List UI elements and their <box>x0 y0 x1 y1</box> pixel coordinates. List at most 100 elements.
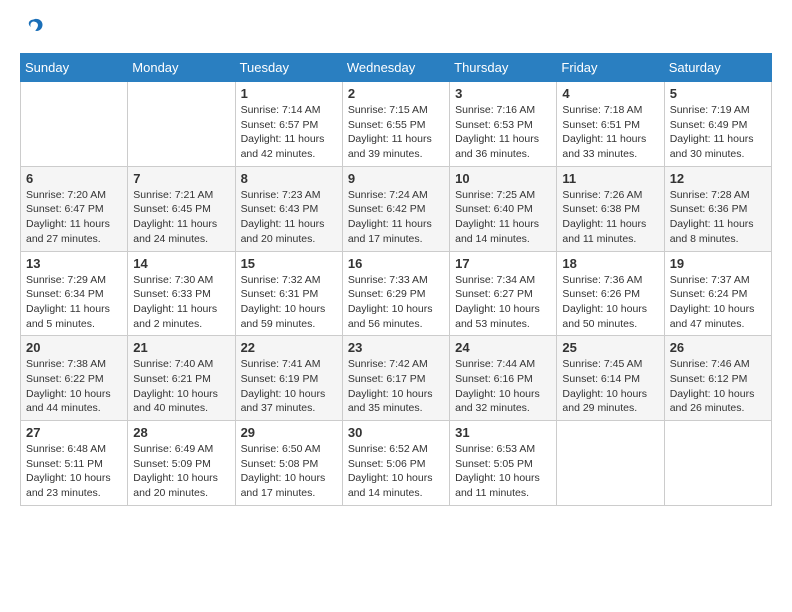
calendar-cell: 20Sunrise: 7:38 AM Sunset: 6:22 PM Dayli… <box>21 336 128 421</box>
calendar-day-header: Sunday <box>21 54 128 82</box>
day-number: 4 <box>562 86 658 101</box>
calendar-cell: 26Sunrise: 7:46 AM Sunset: 6:12 PM Dayli… <box>664 336 771 421</box>
calendar-day-header: Monday <box>128 54 235 82</box>
day-info: Sunrise: 7:33 AM Sunset: 6:29 PM Dayligh… <box>348 273 444 332</box>
day-number: 11 <box>562 171 658 186</box>
day-info: Sunrise: 6:49 AM Sunset: 5:09 PM Dayligh… <box>133 442 229 501</box>
calendar-cell: 22 Sunrise: 7:41 AM Sunset: 6:19 PM Dayli… <box>235 336 342 421</box>
day-info: Sunrise: 7:36 AM Sunset: 6:26 PM Dayligh… <box>562 273 658 332</box>
day-info: Sunrise: 7:18 AM Sunset: 6:51 PM Dayligh… <box>562 103 658 162</box>
day-info: Sunrise: 7:42 AM Sunset: 6:17 PM Dayligh… <box>348 357 444 416</box>
day-number: 3 <box>455 86 551 101</box>
calendar-cell: 18 Sunrise: 7:36 AM Sunset: 6:26 PM Dayli… <box>557 251 664 336</box>
day-info: Sunrise: 7:15 AM Sunset: 6:55 PM Dayligh… <box>348 103 444 162</box>
day-number: 9 <box>348 171 444 186</box>
calendar-day-header: Tuesday <box>235 54 342 82</box>
calendar-week-row: 13 Sunrise: 7:29 AM Sunset: 6:34 PM Dayli… <box>21 251 772 336</box>
day-number: 14 <box>133 256 229 271</box>
day-number: 29 <box>241 425 337 440</box>
calendar-cell: 14Sunrise: 7:30 AM Sunset: 6:33 PM Dayli… <box>128 251 235 336</box>
calendar-cell: 8 Sunrise: 7:23 AM Sunset: 6:43 PM Daylig… <box>235 166 342 251</box>
day-info: Sunrise: 7:24 AM Sunset: 6:42 PM Dayligh… <box>348 188 444 247</box>
calendar-cell: 16 Sunrise: 7:33 AM Sunset: 6:29 PM Dayli… <box>342 251 449 336</box>
calendar-cell <box>557 421 664 506</box>
day-info: Sunrise: 7:26 AM Sunset: 6:38 PM Dayligh… <box>562 188 658 247</box>
calendar-cell: 4 Sunrise: 7:18 AM Sunset: 6:51 PM Daylig… <box>557 82 664 167</box>
calendar-cell: 13 Sunrise: 7:29 AM Sunset: 6:34 PM Dayli… <box>21 251 128 336</box>
calendar-cell: 27 Sunrise: 6:48 AM Sunset: 5:11 PM Dayli… <box>21 421 128 506</box>
day-info: Sunrise: 7:41 AM Sunset: 6:19 PM Dayligh… <box>241 357 337 416</box>
day-number: 17 <box>455 256 551 271</box>
day-info: Sunrise: 6:50 AM Sunset: 5:08 PM Dayligh… <box>241 442 337 501</box>
logo-bird-icon <box>22 16 44 38</box>
day-number: 10 <box>455 171 551 186</box>
day-info: Sunrise: 6:48 AM Sunset: 5:11 PM Dayligh… <box>26 442 122 501</box>
calendar-cell: 23 Sunrise: 7:42 AM Sunset: 6:17 PM Dayli… <box>342 336 449 421</box>
day-info: Sunrise: 7:21 AM Sunset: 6:45 PM Dayligh… <box>133 188 229 247</box>
calendar-cell: 12Sunrise: 7:28 AM Sunset: 6:36 PM Dayli… <box>664 166 771 251</box>
day-info: Sunrise: 7:46 AM Sunset: 6:12 PM Dayligh… <box>670 357 766 416</box>
day-info: Sunrise: 7:19 AM Sunset: 6:49 PM Dayligh… <box>670 103 766 162</box>
day-number: 7 <box>133 171 229 186</box>
day-number: 25 <box>562 340 658 355</box>
day-info: Sunrise: 7:40 AM Sunset: 6:21 PM Dayligh… <box>133 357 229 416</box>
day-number: 12 <box>670 171 766 186</box>
day-number: 23 <box>348 340 444 355</box>
calendar-week-row: 20Sunrise: 7:38 AM Sunset: 6:22 PM Dayli… <box>21 336 772 421</box>
day-number: 5 <box>670 86 766 101</box>
day-info: Sunrise: 7:38 AM Sunset: 6:22 PM Dayligh… <box>26 357 122 416</box>
calendar-cell: 29 Sunrise: 6:50 AM Sunset: 5:08 PM Dayli… <box>235 421 342 506</box>
calendar-day-header: Friday <box>557 54 664 82</box>
calendar-cell: 2 Sunrise: 7:15 AM Sunset: 6:55 PM Daylig… <box>342 82 449 167</box>
calendar-day-header: Wednesday <box>342 54 449 82</box>
day-info: Sunrise: 7:29 AM Sunset: 6:34 PM Dayligh… <box>26 273 122 332</box>
day-info: Sunrise: 7:45 AM Sunset: 6:14 PM Dayligh… <box>562 357 658 416</box>
calendar-cell: 24Sunrise: 7:44 AM Sunset: 6:16 PM Dayli… <box>450 336 557 421</box>
calendar-cell <box>664 421 771 506</box>
calendar-cell: 28 Sunrise: 6:49 AM Sunset: 5:09 PM Dayli… <box>128 421 235 506</box>
day-number: 24 <box>455 340 551 355</box>
calendar-header-row: SundayMondayTuesdayWednesdayThursdayFrid… <box>21 54 772 82</box>
calendar-cell: 9 Sunrise: 7:24 AM Sunset: 6:42 PM Daylig… <box>342 166 449 251</box>
calendar-cell <box>128 82 235 167</box>
calendar-day-header: Saturday <box>664 54 771 82</box>
day-number: 13 <box>26 256 122 271</box>
day-number: 30 <box>348 425 444 440</box>
calendar-cell: 17 Sunrise: 7:34 AM Sunset: 6:27 PM Dayli… <box>450 251 557 336</box>
day-number: 19 <box>670 256 766 271</box>
day-info: Sunrise: 7:20 AM Sunset: 6:47 PM Dayligh… <box>26 188 122 247</box>
day-number: 8 <box>241 171 337 186</box>
calendar-cell: 10 Sunrise: 7:25 AM Sunset: 6:40 PM Dayli… <box>450 166 557 251</box>
calendar-cell: 7 Sunrise: 7:21 AM Sunset: 6:45 PM Daylig… <box>128 166 235 251</box>
day-number: 22 <box>241 340 337 355</box>
calendar-day-header: Thursday <box>450 54 557 82</box>
day-number: 31 <box>455 425 551 440</box>
day-info: Sunrise: 7:32 AM Sunset: 6:31 PM Dayligh… <box>241 273 337 332</box>
day-number: 6 <box>26 171 122 186</box>
day-info: Sunrise: 6:52 AM Sunset: 5:06 PM Dayligh… <box>348 442 444 501</box>
day-info: Sunrise: 7:37 AM Sunset: 6:24 PM Dayligh… <box>670 273 766 332</box>
day-info: Sunrise: 7:23 AM Sunset: 6:43 PM Dayligh… <box>241 188 337 247</box>
day-info: Sunrise: 7:16 AM Sunset: 6:53 PM Dayligh… <box>455 103 551 162</box>
day-number: 2 <box>348 86 444 101</box>
day-info: Sunrise: 7:34 AM Sunset: 6:27 PM Dayligh… <box>455 273 551 332</box>
day-number: 15 <box>241 256 337 271</box>
calendar-table: SundayMondayTuesdayWednesdayThursdayFrid… <box>20 53 772 506</box>
day-info: Sunrise: 7:25 AM Sunset: 6:40 PM Dayligh… <box>455 188 551 247</box>
calendar-week-row: 1 Sunrise: 7:14 AM Sunset: 6:57 PM Daylig… <box>21 82 772 167</box>
calendar-cell: 15 Sunrise: 7:32 AM Sunset: 6:31 PM Dayli… <box>235 251 342 336</box>
calendar-cell: 21Sunrise: 7:40 AM Sunset: 6:21 PM Dayli… <box>128 336 235 421</box>
day-number: 27 <box>26 425 122 440</box>
logo <box>20 20 44 38</box>
calendar-cell: 30 Sunrise: 6:52 AM Sunset: 5:06 PM Dayli… <box>342 421 449 506</box>
day-info: Sunrise: 7:14 AM Sunset: 6:57 PM Dayligh… <box>241 103 337 162</box>
day-number: 18 <box>562 256 658 271</box>
calendar-cell: 25 Sunrise: 7:45 AM Sunset: 6:14 PM Dayli… <box>557 336 664 421</box>
day-number: 28 <box>133 425 229 440</box>
page-header <box>20 20 772 38</box>
day-number: 1 <box>241 86 337 101</box>
calendar-cell: 5 Sunrise: 7:19 AM Sunset: 6:49 PM Daylig… <box>664 82 771 167</box>
day-info: Sunrise: 6:53 AM Sunset: 5:05 PM Dayligh… <box>455 442 551 501</box>
day-number: 16 <box>348 256 444 271</box>
calendar-cell: 11 Sunrise: 7:26 AM Sunset: 6:38 PM Dayli… <box>557 166 664 251</box>
